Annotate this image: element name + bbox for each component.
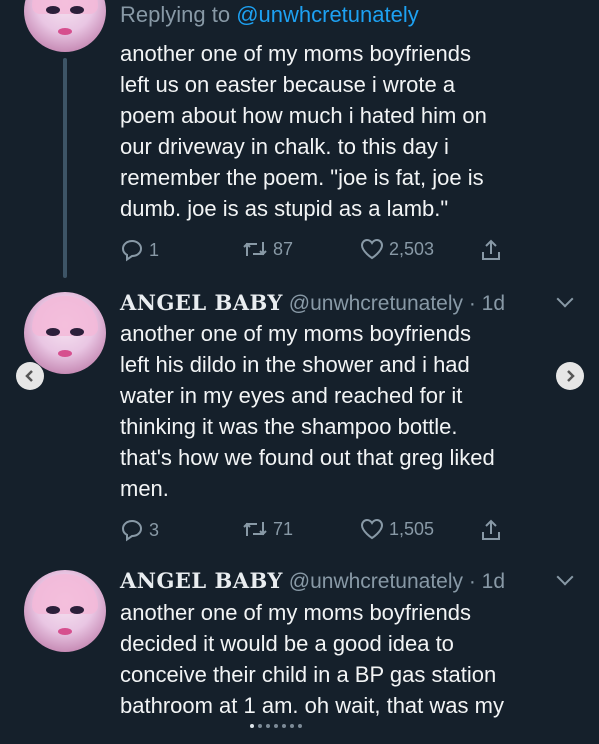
share-icon bbox=[482, 239, 500, 260]
tweet-actions: 3 71 1,505 bbox=[120, 518, 520, 548]
tweet-line: left us on easter because i wrote a bbox=[120, 72, 456, 97]
tweet-line: decided it would be a good idea to bbox=[120, 631, 454, 656]
tweet-line: another one of my moms boyfriends bbox=[120, 600, 471, 625]
chevron-down-icon[interactable] bbox=[556, 568, 574, 586]
retweet-count: 87 bbox=[273, 238, 294, 259]
share-button[interactable] bbox=[480, 238, 502, 262]
reply-icon bbox=[121, 519, 143, 542]
reply-button[interactable]: 1 bbox=[120, 238, 159, 262]
chevron-left-icon bbox=[25, 370, 33, 382]
share-button[interactable] bbox=[480, 518, 502, 542]
previous-button[interactable] bbox=[16, 362, 44, 390]
reply-button[interactable]: 3 bbox=[120, 518, 159, 542]
display-name[interactable]: ANGEL BABY bbox=[120, 568, 283, 593]
tweet-line: bathroom at 1 am. oh wait, that was my bbox=[120, 693, 504, 718]
like-icon bbox=[360, 518, 384, 540]
tweet-line: conceive their child in a BP gas station bbox=[120, 662, 497, 687]
tweet-actions: 1 87 2,503 bbox=[120, 238, 520, 268]
tweet-header: ANGEL BABY @unwhcretunately · 1d bbox=[120, 568, 505, 594]
replying-to-label: Replying to bbox=[120, 2, 237, 27]
display-name[interactable]: ANGEL BABY bbox=[120, 290, 283, 315]
tweet-line: men. bbox=[120, 476, 169, 501]
tweet-line: left his dildo in the shower and i had bbox=[120, 352, 470, 377]
tweet-line: that's how we found out that greg liked bbox=[120, 445, 495, 470]
tweet-line: another one of my moms boyfriends bbox=[120, 41, 471, 66]
tweet-line: dumb. joe is as stupid as a lamb." bbox=[120, 196, 449, 221]
tweet-time[interactable]: · 1d bbox=[469, 570, 505, 593]
like-button[interactable]: 1,505 bbox=[360, 518, 434, 540]
retweet-button[interactable]: 87 bbox=[242, 238, 293, 260]
tweet-line: thinking it was the shampoo bottle. bbox=[120, 414, 458, 439]
tweet-text: another one of my moms boyfriends left h… bbox=[120, 318, 580, 504]
reply-count: 3 bbox=[149, 519, 160, 540]
like-count: 1,505 bbox=[389, 518, 435, 539]
chevron-down-icon[interactable] bbox=[556, 290, 574, 308]
like-count: 2,503 bbox=[389, 238, 435, 259]
avatar[interactable] bbox=[24, 570, 106, 652]
share-icon bbox=[482, 519, 500, 540]
tweet-text: another one of my moms boyfriends left u… bbox=[120, 38, 580, 224]
reply-count: 1 bbox=[149, 239, 160, 260]
thread-line bbox=[63, 58, 67, 278]
chevron-right-icon bbox=[567, 370, 575, 382]
avatar[interactable] bbox=[24, 292, 106, 374]
reply-mention-link[interactable]: @unwhcretunately bbox=[236, 2, 419, 27]
retweet-icon bbox=[243, 242, 267, 256]
tweet-line: remember the poem. "joe is fat, joe is bbox=[120, 165, 484, 190]
retweet-button[interactable]: 71 bbox=[242, 518, 293, 540]
user-handle[interactable]: @unwhcretunately bbox=[289, 570, 463, 593]
tweet-line: poem about how much i hated him on bbox=[120, 103, 487, 128]
tweet-time[interactable]: · 1d bbox=[469, 292, 505, 315]
bottom-edge bbox=[0, 728, 599, 744]
retweet-count: 71 bbox=[273, 518, 294, 539]
user-handle[interactable]: @unwhcretunately bbox=[289, 292, 463, 315]
tweet-line: our driveway in chalk. to this day i bbox=[120, 134, 449, 159]
like-button[interactable]: 2,503 bbox=[360, 238, 434, 260]
tweet-text: another one of my moms boyfriends decide… bbox=[120, 597, 580, 721]
carousel-dots[interactable] bbox=[250, 724, 302, 728]
replying-to: Replying to @unwhcretunately bbox=[120, 2, 419, 28]
tweet-line: water in my eyes and reached for it bbox=[120, 383, 463, 408]
avatar[interactable] bbox=[24, 0, 106, 52]
reply-icon bbox=[121, 239, 143, 262]
tweet-line: another one of my moms boyfriends bbox=[120, 321, 471, 346]
like-icon bbox=[360, 238, 384, 260]
retweet-icon bbox=[243, 522, 267, 536]
tweet-header: ANGEL BABY @unwhcretunately · 1d bbox=[120, 290, 505, 316]
next-button[interactable] bbox=[556, 362, 584, 390]
